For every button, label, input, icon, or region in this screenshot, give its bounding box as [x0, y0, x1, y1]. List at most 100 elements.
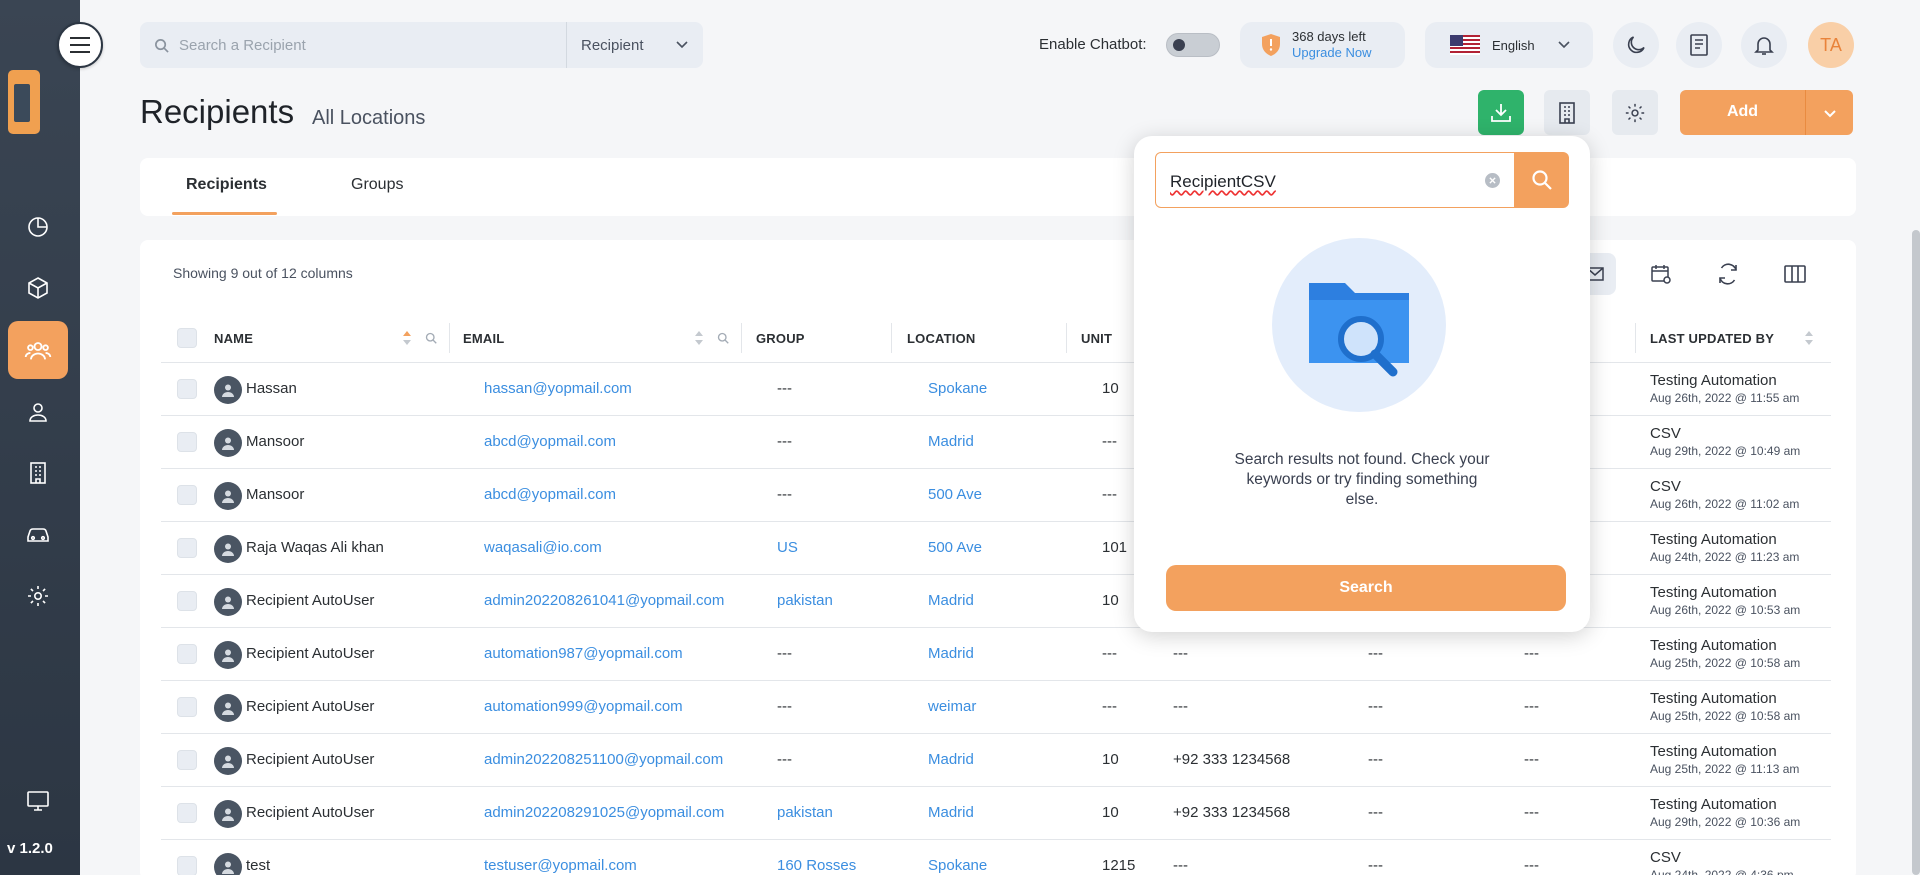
- column-header-unit[interactable]: UNIT: [1081, 331, 1112, 346]
- cell-extra-2: ---: [1524, 751, 1539, 768]
- row-checkbox[interactable]: [177, 538, 197, 558]
- cell-group: ---: [777, 645, 792, 662]
- dark-mode-button[interactable]: [1613, 22, 1659, 68]
- cell-location[interactable]: 500 Ave: [928, 539, 982, 556]
- row-checkbox[interactable]: [177, 803, 197, 823]
- updated-at: Aug 25th, 2022 @ 10:58 am: [1650, 709, 1801, 723]
- cell-name: Raja Waqas Ali khan: [246, 539, 384, 556]
- table-row[interactable]: Recipient AutoUser admin202208251100@yopm…: [161, 734, 1831, 787]
- cell-email[interactable]: abcd@yopmail.com: [484, 486, 616, 503]
- column-header-name[interactable]: NAME: [214, 331, 253, 346]
- cell-location[interactable]: Spokane: [928, 857, 987, 874]
- upgrade-link[interactable]: Upgrade Now: [1292, 45, 1372, 61]
- cell-location[interactable]: Madrid: [928, 751, 974, 768]
- sidebar-item-packages[interactable]: [8, 259, 68, 317]
- add-dropdown-button[interactable]: [1805, 90, 1853, 135]
- sidebar-item-dashboard[interactable]: [8, 198, 68, 256]
- columns-button[interactable]: [1774, 253, 1816, 295]
- search-input[interactable]: [179, 36, 559, 54]
- sidebar-item-locations[interactable]: [8, 444, 68, 502]
- add-button[interactable]: Add: [1680, 90, 1853, 135]
- row-checkbox[interactable]: [177, 432, 197, 452]
- sidebar-item-vehicles[interactable]: [8, 505, 68, 563]
- search-icon[interactable]: [425, 332, 437, 344]
- sidebar-item-recipients[interactable]: [8, 321, 68, 379]
- row-checkbox[interactable]: [177, 750, 197, 770]
- search-type-select[interactable]: Recipient: [566, 22, 703, 68]
- page-settings-button[interactable]: [1612, 90, 1658, 135]
- tab-groups[interactable]: Groups: [351, 176, 403, 194]
- cell-email[interactable]: hassan@yopmail.com: [484, 380, 632, 397]
- cell-email[interactable]: waqasali@io.com: [484, 539, 602, 556]
- column-header-location[interactable]: LOCATION: [907, 331, 976, 346]
- updated-by: Testing Automation: [1650, 584, 1777, 601]
- table-row[interactable]: test testuser@yopmail.com 160 Rosses Spokan…: [161, 840, 1831, 875]
- cell-unit: ---: [1102, 698, 1117, 715]
- row-checkbox[interactable]: [177, 644, 197, 664]
- monitor-icon: [27, 791, 49, 811]
- locations-button[interactable]: [1544, 90, 1590, 135]
- cell-email[interactable]: admin202208251100@yopmail.com: [484, 751, 723, 768]
- sidebar-item-display[interactable]: [8, 781, 68, 821]
- page-scrollbar[interactable]: [1912, 230, 1920, 875]
- column-header-email[interactable]: EMAIL: [463, 331, 504, 346]
- notifications-button[interactable]: [1741, 22, 1787, 68]
- refresh-button[interactable]: [1707, 253, 1749, 295]
- guide-button[interactable]: [1676, 22, 1722, 68]
- cell-location[interactable]: Madrid: [928, 592, 974, 609]
- sort-icon[interactable]: [402, 330, 412, 346]
- cell-email[interactable]: automation987@yopmail.com: [484, 645, 683, 662]
- schedule-button[interactable]: [1640, 253, 1682, 295]
- cell-email[interactable]: admin202208261041@yopmail.com: [484, 592, 724, 609]
- table-row[interactable]: Recipient AutoUser automation999@yopmail.…: [161, 681, 1831, 734]
- cell-group[interactable]: US: [777, 539, 798, 556]
- search-icon[interactable]: [717, 332, 729, 344]
- row-checkbox[interactable]: [177, 856, 197, 875]
- cell-location[interactable]: weimar: [928, 698, 976, 715]
- popup-search-field[interactable]: RecipientCSV: [1155, 152, 1515, 208]
- row-checkbox[interactable]: [177, 697, 197, 717]
- column-header-group[interactable]: GROUP: [756, 331, 805, 346]
- sort-icon[interactable]: [1804, 330, 1814, 346]
- popup-search-icon-button[interactable]: [1515, 152, 1569, 208]
- row-checkbox[interactable]: [177, 485, 197, 505]
- avatar[interactable]: TA: [1808, 22, 1854, 68]
- export-button[interactable]: [1478, 90, 1524, 135]
- cell-email[interactable]: automation999@yopmail.com: [484, 698, 683, 715]
- cell-location[interactable]: Spokane: [928, 380, 987, 397]
- select-all-checkbox[interactable]: [177, 328, 197, 348]
- row-checkbox[interactable]: [177, 591, 197, 611]
- table-row[interactable]: Recipient AutoUser admin202208291025@yopm…: [161, 787, 1831, 840]
- cell-name: Hassan: [246, 380, 297, 397]
- cell-group[interactable]: pakistan: [777, 804, 833, 821]
- language-select[interactable]: English: [1425, 22, 1593, 68]
- sidebar-item-users[interactable]: [8, 383, 68, 441]
- cell-group[interactable]: pakistan: [777, 592, 833, 609]
- chatbot-toggle[interactable]: [1166, 33, 1220, 57]
- empty-results-illustration: [1272, 238, 1446, 412]
- cell-name: Mansoor: [246, 486, 305, 503]
- cell-email[interactable]: admin202208291025@yopmail.com: [484, 804, 724, 821]
- cell-email[interactable]: abcd@yopmail.com: [484, 433, 616, 450]
- clear-search-button[interactable]: [1485, 173, 1500, 188]
- cell-extra-1: ---: [1368, 751, 1383, 768]
- menu-toggle-button[interactable]: [57, 22, 103, 68]
- cell-location[interactable]: Madrid: [928, 645, 974, 662]
- sort-icon[interactable]: [694, 330, 704, 346]
- us-flag-icon: [1450, 35, 1480, 55]
- recipient-avatar: [214, 853, 242, 875]
- column-header-last-updated[interactable]: LAST UPDATED BY: [1650, 331, 1774, 346]
- table-row[interactable]: Recipient AutoUser automation987@yopmail.…: [161, 628, 1831, 681]
- cell-group[interactable]: 160 Rosses: [777, 857, 856, 874]
- popup-search-button[interactable]: Search: [1166, 565, 1566, 611]
- cell-location[interactable]: Madrid: [928, 433, 974, 450]
- cell-location[interactable]: 500 Ave: [928, 486, 982, 503]
- cell-location[interactable]: Madrid: [928, 804, 974, 821]
- row-checkbox[interactable]: [177, 379, 197, 399]
- cell-email[interactable]: testuser@yopmail.com: [484, 857, 637, 874]
- cell-phone: ---: [1173, 857, 1188, 874]
- sidebar-item-settings[interactable]: [8, 567, 68, 625]
- tab-recipients[interactable]: Recipients: [186, 176, 267, 194]
- chevron-down-icon: [1823, 109, 1836, 117]
- cell-unit: ---: [1102, 486, 1117, 503]
